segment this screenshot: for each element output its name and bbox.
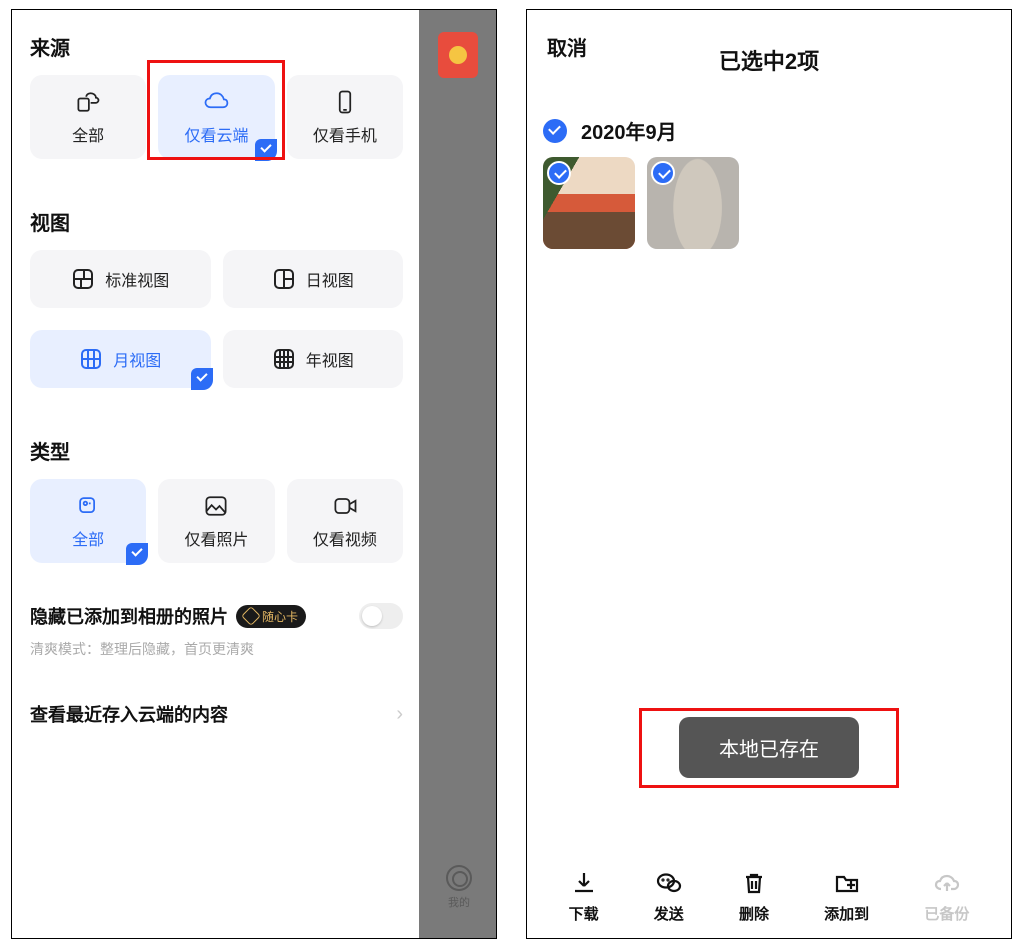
source-option-cloud-label: 仅看云端 [184,122,248,146]
hide-added-toggle[interactable] [359,603,403,629]
view-option-year-label: 年视图 [306,347,354,371]
media-stack-icon [74,492,102,520]
type-option-photo-label: 仅看照片 [184,526,248,550]
download-icon [570,869,598,897]
trash-icon [740,869,768,897]
action-delete-label: 删除 [739,903,769,924]
type-option-video-label: 仅看视频 [313,526,377,550]
red-envelope-icon [438,32,478,78]
section-title-view: 视图 [30,207,403,236]
group-header[interactable]: 2020年9月 [543,116,995,145]
hide-added-photos-row: 隐藏已添加到相册的照片 随心卡 [30,603,403,629]
view-option-day-label: 日视图 [306,267,354,291]
view-recent-cloud-label: 查看最近存入云端的内容 [30,701,228,727]
wechat-icon [655,869,683,897]
hide-added-title: 隐藏已添加到相册的照片 [30,603,228,629]
add-to-folder-icon [833,869,861,897]
view-option-standard[interactable]: 标准视图 [30,250,211,308]
view-option-year[interactable]: 年视图 [223,330,404,388]
section-title-type: 类型 [30,436,403,465]
action-backed-up-label: 已备份 [924,903,969,924]
type-option-video[interactable]: 仅看视频 [287,479,403,563]
source-option-cloud[interactable]: 仅看云端 [158,75,274,159]
view-recent-cloud-row[interactable]: 查看最近存入云端的内容 › [30,701,403,727]
dimmed-background: 我的 [419,10,496,938]
thumbnail-checkbox-icon[interactable] [651,161,675,185]
grid-day-icon [272,267,296,291]
action-send[interactable]: 发送 [654,869,684,924]
group-date-label: 2020年9月 [581,116,677,145]
group-checkbox-icon[interactable] [543,119,567,143]
action-download-label: 下载 [569,903,599,924]
bottom-tab-my-label: 我的 [446,894,472,910]
highlight-annotation-toast [639,708,899,788]
view-option-month-label: 月视图 [113,347,161,371]
action-add-to-label: 添加到 [824,903,869,924]
photo-icon [202,492,230,520]
grid-3x3-icon [79,347,103,371]
cancel-button[interactable]: 取消 [547,32,587,61]
phone-icon [331,88,359,116]
selected-tick-icon [126,543,148,565]
action-delete[interactable]: 删除 [739,869,769,924]
view-option-standard-label: 标准视图 [105,267,169,291]
video-icon [331,492,359,520]
action-download[interactable]: 下载 [569,869,599,924]
selection-title: 已选中2项 [543,26,995,76]
view-option-day[interactable]: 日视图 [223,250,404,308]
cloud-icon [202,88,230,116]
selected-tick-icon [255,139,277,161]
hide-added-subtitle: 清爽模式：整理后隐藏，首页更清爽 [30,639,403,659]
toast-local-exists: 本地已存在 [679,717,859,778]
source-option-phone-label: 仅看手机 [313,122,377,146]
action-backed-up: 已备份 [924,869,969,924]
view-option-month[interactable]: 月视图 [30,330,211,388]
thumbnail-checkbox-icon[interactable] [547,161,571,185]
phone-right-selection-screen: 取消 已选中2项 2020年9月 本地已存在 下载 发送 [526,9,1012,939]
device-cloud-icon [74,88,102,116]
type-option-all-label: 全部 [72,526,104,550]
source-option-all[interactable]: 全部 [30,75,146,159]
type-option-photo[interactable]: 仅看照片 [158,479,274,563]
photo-thumbnail-1[interactable] [543,157,635,249]
grid-4x3-icon [272,347,296,371]
vip-badge: 随心卡 [236,605,306,628]
bottom-action-bar: 下载 发送 删除 添加到 已备份 [527,869,1011,924]
photo-thumbnail-2[interactable] [647,157,739,249]
action-send-label: 发送 [654,903,684,924]
source-option-phone[interactable]: 仅看手机 [287,75,403,159]
action-add-to[interactable]: 添加到 [824,869,869,924]
source-option-all-label: 全部 [72,122,104,146]
type-option-all[interactable]: 全部 [30,479,146,563]
grid-2x2-uneven-icon [71,267,95,291]
section-title-source: 来源 [30,32,403,61]
cloud-up-icon [933,869,961,897]
phone-left-filter-panel: 我的 来源 全部 仅看云端 仅看手机 视图 [11,9,497,939]
bottom-tab-my[interactable]: 我的 [446,865,472,910]
chevron-right-icon: › [396,703,403,726]
selected-tick-icon [191,368,213,390]
